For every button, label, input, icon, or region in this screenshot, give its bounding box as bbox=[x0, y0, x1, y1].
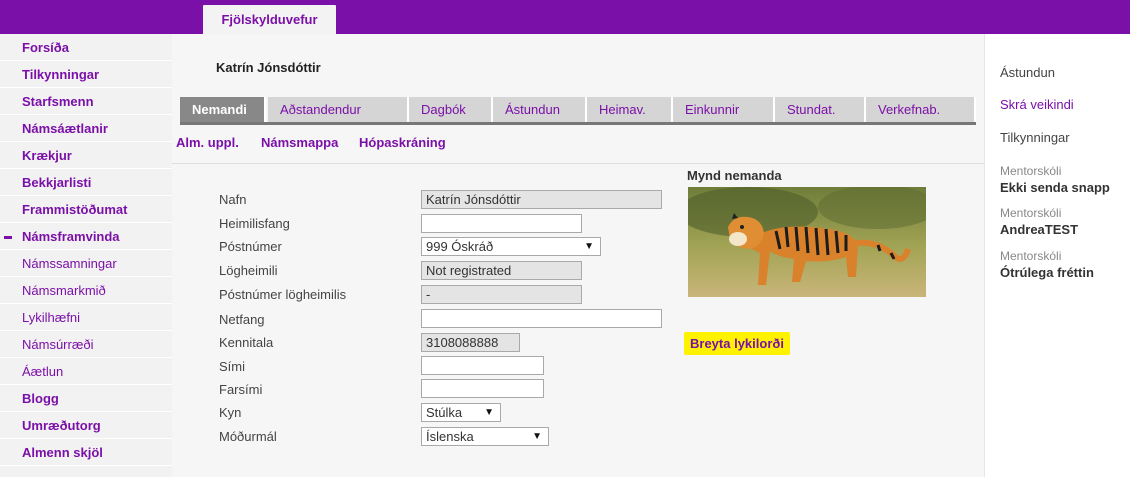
kennitala-field: 3108088888 bbox=[421, 333, 520, 352]
right-link-astundun[interactable]: Ástundun bbox=[1000, 65, 1055, 80]
tab-dagbok[interactable]: Dagbók bbox=[409, 97, 493, 122]
tab-einkunnir[interactable]: Einkunnir bbox=[673, 97, 775, 122]
tiger-image bbox=[688, 187, 926, 297]
sidebar-item-tilkynningar[interactable]: Tilkynningar bbox=[0, 61, 172, 88]
gender-select[interactable]: Stúlka ▼ bbox=[421, 403, 501, 422]
label-postnumer: Póstnúmer bbox=[219, 239, 282, 254]
subnav-hopaskraning[interactable]: Hópaskráning bbox=[359, 135, 446, 150]
right-link-skra-veikindi[interactable]: Skrá veikindi bbox=[1000, 97, 1074, 112]
sidebar-item-namsframvinda[interactable]: Námsframvinda bbox=[0, 223, 172, 250]
label-nafn: Nafn bbox=[219, 192, 247, 207]
label-postnumer-logheimilis: Póstnúmer lögheimilis bbox=[219, 287, 347, 302]
mentor-item-title[interactable]: AndreaTEST bbox=[1000, 222, 1078, 237]
sidebar-item-namsaaetlanir[interactable]: Námsáætlanir bbox=[0, 115, 172, 142]
tab-verkefnab[interactable]: Verkefnab. bbox=[866, 97, 976, 122]
right-sidebar: Ástundun Skrá veikindi Tilkynningar Ment… bbox=[984, 34, 1130, 477]
label-heimilisfang: Heimilisfang bbox=[219, 216, 290, 231]
sidebar-item-kraekjur[interactable]: Krækjur bbox=[0, 142, 172, 169]
sidebar-item-bekkjarlisti[interactable]: Bekkjarlisti bbox=[0, 169, 172, 196]
mentor-label: Mentorskóli bbox=[1000, 206, 1062, 220]
mobile-input[interactable] bbox=[421, 379, 544, 398]
sidebar-item-namsurraedi[interactable]: Námsúrræði bbox=[0, 331, 172, 358]
sidebar-item-forsida[interactable]: Forsíða bbox=[0, 34, 172, 61]
tab-astundun[interactable]: Ástundun bbox=[493, 97, 587, 122]
mentor-item-title[interactable]: Ótrúlega fréttin bbox=[1000, 265, 1094, 280]
student-name: Katrín Jónsdóttir bbox=[216, 60, 321, 75]
sidebar-item-label: Námsframvinda bbox=[22, 229, 120, 244]
sidebar-item-umraedutorg[interactable]: Umræðutorg bbox=[0, 412, 172, 439]
tab-stundat[interactable]: Stundat. bbox=[775, 97, 866, 122]
mentor-label: Mentorskóli bbox=[1000, 164, 1062, 178]
legal-residence-field: Not registrated bbox=[421, 261, 582, 280]
label-farsimi: Farsími bbox=[219, 382, 263, 397]
right-link-tilkynningar[interactable]: Tilkynningar bbox=[1000, 130, 1070, 145]
dash-marker-icon bbox=[4, 236, 12, 239]
student-photo bbox=[688, 187, 926, 297]
address-input[interactable] bbox=[421, 214, 582, 233]
postcode-value: 999 Óskráð bbox=[426, 239, 494, 254]
label-kyn: Kyn bbox=[219, 405, 242, 420]
subnav-namsmappa[interactable]: Námsmappa bbox=[261, 135, 338, 150]
label-simi: Sími bbox=[219, 359, 245, 374]
sidebar-item-namsmarkmid[interactable]: Námsmarkmið bbox=[0, 277, 172, 304]
app-tab-fjolskylduvefur[interactable]: Fjölskylduvefur bbox=[203, 5, 336, 34]
sidebar-item-frammistodumat[interactable]: Frammistöðumat bbox=[0, 196, 172, 223]
sidebar-item-aaetlun[interactable]: Áætlun bbox=[0, 358, 172, 385]
name-field: Katrín Jónsdóttir bbox=[421, 190, 662, 209]
label-modurmal: Móðurmál bbox=[219, 429, 277, 444]
tab-heimav[interactable]: Heimav. bbox=[587, 97, 673, 122]
email-input[interactable] bbox=[421, 309, 662, 328]
tab-nemandi[interactable]: Nemandi bbox=[180, 97, 266, 122]
label-kennitala: Kennitala bbox=[219, 335, 274, 350]
legal-postcode-field: - bbox=[421, 285, 582, 304]
sidebar-item-namssamningar[interactable]: Námssamningar bbox=[0, 250, 172, 277]
sidebar-item-blogg[interactable]: Blogg bbox=[0, 385, 172, 412]
sidebar-item-lykilhaefni[interactable]: Lykilhæfni bbox=[0, 304, 172, 331]
caret-down-icon: ▼ bbox=[584, 241, 594, 252]
subnav-alm-uppl[interactable]: Alm. uppl. bbox=[176, 135, 239, 150]
divider bbox=[172, 163, 984, 164]
postcode-select[interactable]: 999 Óskráð ▼ bbox=[421, 237, 601, 256]
change-password-button[interactable]: Breyta lykilorði bbox=[684, 332, 790, 355]
tab-bar: Nemandi Aðstandendur Dagbók Ástundun Hei… bbox=[180, 97, 976, 125]
photo-title: Mynd nemanda bbox=[687, 168, 782, 183]
sidebar-item-starfsmenn[interactable]: Starfsmenn bbox=[0, 88, 172, 115]
label-logheimili: Lögheimili bbox=[219, 263, 278, 278]
left-sidebar: Forsíða Tilkynningar Starfsmenn Námsáætl… bbox=[0, 34, 172, 477]
mother-tongue-value: Íslenska bbox=[426, 429, 474, 444]
main-content: Katrín Jónsdóttir Nemandi Aðstandendur D… bbox=[172, 34, 984, 477]
phone-input[interactable] bbox=[421, 356, 544, 375]
top-bar: Fjölskylduvefur bbox=[0, 0, 1130, 34]
label-netfang: Netfang bbox=[219, 312, 265, 327]
caret-down-icon: ▼ bbox=[532, 431, 542, 442]
mentor-label: Mentorskóli bbox=[1000, 249, 1062, 263]
tab-adstandendur[interactable]: Aðstandendur bbox=[268, 97, 409, 122]
caret-down-icon: ▼ bbox=[484, 407, 494, 418]
sidebar-item-almenn-skjol[interactable]: Almenn skjöl bbox=[0, 439, 172, 466]
mother-tongue-select[interactable]: Íslenska ▼ bbox=[421, 427, 549, 446]
mentor-item-title[interactable]: Ekki senda snapp bbox=[1000, 180, 1110, 195]
gender-value: Stúlka bbox=[426, 405, 463, 420]
